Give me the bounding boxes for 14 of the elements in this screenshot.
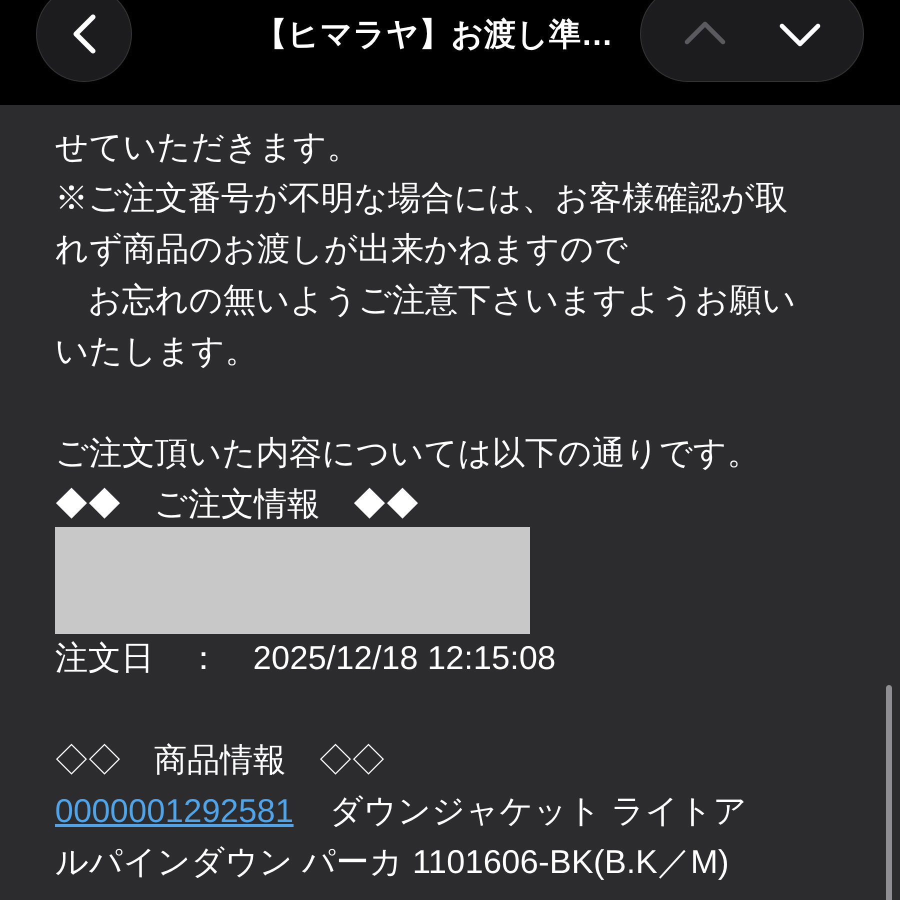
message-text: お忘れの無いようご注意下さいますようお願い [87,280,796,320]
message-text: ※ご注文番号が不明な場合には、お客様確認が取 [55,178,788,218]
product-name: ダウンジャケット ライトア [330,791,747,831]
product-code-link[interactable]: 0000001292581 [55,785,294,836]
window-title: 【ヒマラヤ】お渡し準… [255,15,613,54]
message-text: れず商品のお渡しが出来かねますので [55,229,628,269]
message-text: ご注文頂いた内容については以下の通りです。 [55,433,760,473]
message-text: ルパインダウン パーカ 1101606-BK(B.K／M) [55,842,730,882]
message-text: いたします。 [55,331,258,371]
back-icon [71,14,97,54]
message-text: ◆◆ ご注文情報 ◆◆ [55,484,419,524]
message-text: ◇◇ 商品情報 ◇◇ [55,740,385,780]
message-text: 注文日 ： 2025/12/18 12:15:08 [55,638,556,678]
message-text: せていただきます。 [55,127,360,167]
